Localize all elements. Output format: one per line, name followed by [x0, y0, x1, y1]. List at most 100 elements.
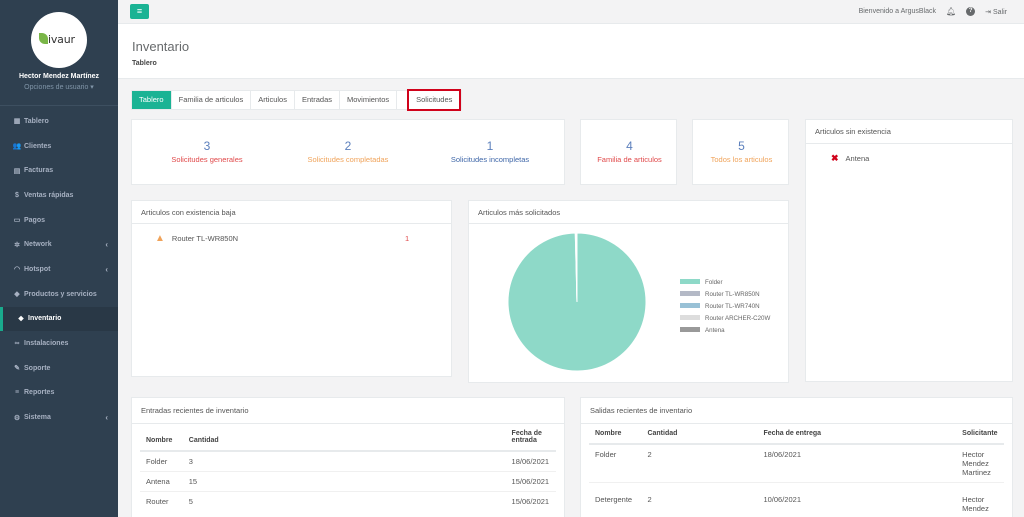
menu-toggle-button[interactable]: ≡	[130, 4, 149, 19]
column-header: Nombre	[140, 424, 183, 452]
company-logo: ivaur	[31, 12, 87, 68]
legend-label: Antena	[705, 327, 725, 334]
stat-solicitudes-generales[interactable]: 3 Solicitudes generales	[152, 139, 262, 164]
tab-entradas[interactable]: Entradas	[294, 91, 341, 109]
table-cell: Folder	[589, 443, 642, 483]
stat-label: Familia de articulos	[597, 155, 662, 164]
table-row: Router 5 15/06/2021	[140, 491, 556, 511]
sidebar-item-hotspot[interactable]: ◠ Hotspot ‹	[0, 257, 118, 282]
sidebar-item-soporte[interactable]: ✎ Soporte	[0, 356, 118, 381]
table-cell: Antena	[140, 471, 183, 492]
sidebar-item-ventas-rápidas[interactable]: $ Ventas rápidas	[0, 183, 118, 208]
table-cell: 5	[182, 491, 506, 511]
tab-solicitudes[interactable]: Solicitudes	[407, 89, 462, 111]
salidas-panel: Salidas recientes de inventario Nombre C…	[580, 397, 1013, 517]
pie-chart: Folder Router TL-WR850N Router TL-WR740N Ro…	[507, 232, 770, 372]
user-name: Hector Mendez Martínez	[18, 73, 100, 80]
tab-articulos[interactable]: Articulos	[251, 91, 295, 109]
help-icon[interactable]: ?	[966, 7, 976, 16]
sidebar-item-clientes[interactable]: 👥 Clientes	[0, 134, 118, 159]
tab-familia-articulos[interactable]: Familia de articulos	[171, 91, 252, 109]
stat-label: Solicitudes incompletas	[450, 155, 530, 164]
panel-title: Entradas recientes de inventario	[132, 398, 564, 424]
stat-label: Solicitudes completadas	[307, 155, 389, 164]
sidebar-item-pagos[interactable]: ▭ Pagos	[0, 208, 118, 233]
sidebar-item-tablero[interactable]: ▦ Tablero	[0, 109, 118, 134]
stat-value: 4	[626, 139, 633, 153]
entradas-panel: Entradas recientes de inventario Nombre …	[131, 397, 565, 517]
welcome-text: Bienvenido a ArgusBlack	[858, 8, 936, 15]
breadcrumb[interactable]: Tablero	[132, 60, 157, 67]
times-icon: ✖	[831, 153, 839, 163]
sidebar-item-instalaciones[interactable]: ∞ Instalaciones	[0, 331, 118, 356]
table-cell: Hector Mendez Martinez	[956, 443, 1004, 483]
table-row: Detergente 2 10/06/2021 Hector Mendez	[589, 482, 1004, 517]
sidebar-nav: ▦ Tablero 👥 Clientes ▤ Facturas $ Ventas rápida…	[0, 105, 118, 430]
table-cell: Detergente	[589, 482, 642, 517]
table-header-row: Nombre Cantidad Fecha de entrega Solicit…	[589, 424, 1004, 445]
sidebar-item-facturas[interactable]: ▤ Facturas	[0, 158, 118, 183]
sidebar-item-label: Productos y servicios	[24, 290, 97, 298]
sidebar-item-productos-y-servicios[interactable]: ◆ Productos y servicios	[0, 282, 118, 307]
legend-label: Router TL-WR850N	[705, 291, 760, 298]
chevron-left-icon: ‹	[105, 240, 108, 250]
todos-articulos-panel: 5 Todos los articulos	[692, 119, 789, 185]
legend-label: Router TL-WR740N	[705, 303, 760, 310]
stat-value: 5	[738, 139, 745, 153]
column-header: Nombre	[589, 424, 642, 445]
legend-swatch	[680, 279, 700, 284]
sidebar-item-label: Sistema	[24, 414, 51, 422]
link-icon: ∞	[14, 340, 20, 348]
stat-label: Solicitudes generales	[171, 155, 243, 164]
wifi-icon: ◠	[13, 266, 21, 274]
table-row: Folder 3 18/06/2021	[140, 450, 556, 472]
stat-value: 2	[344, 139, 352, 153]
stat-solicitudes-incompletas[interactable]: 1 Solicitudes incompletas	[434, 139, 546, 164]
sidebar-item-label: Reportes	[24, 389, 55, 397]
cubes-icon: ❖	[17, 315, 25, 323]
legend-label: Folder	[705, 279, 723, 286]
sidebar-item-label: Network	[24, 241, 52, 249]
table-cell: Hector Mendez	[956, 482, 1004, 517]
sidebar-item-label: Hotspot	[24, 265, 51, 273]
stat-todos-articulos[interactable]: 5 Todos los articulos	[693, 139, 790, 164]
sidebar-item-inventario[interactable]: ❖ Inventario	[0, 306, 118, 332]
list-item: ▲ Router TL-WR850N 1	[132, 224, 451, 244]
stat-label: Todos los articulos	[710, 155, 773, 164]
logout-link[interactable]: ⇥ Salir	[985, 8, 1007, 16]
table-cell: 15	[182, 471, 506, 492]
stat-solicitudes-completadas[interactable]: 2 Solicitudes completadas	[292, 139, 404, 164]
sidebar-item-label: Facturas	[24, 167, 54, 175]
column-header: Fecha de entrega	[757, 424, 957, 445]
legend-swatch	[680, 315, 700, 320]
column-header: Solicitante	[956, 424, 1004, 445]
user-options-dropdown[interactable]: Opciones de usuario ▾	[0, 83, 118, 91]
users-icon: 👥	[12, 143, 22, 151]
dashboard-icon: ▦	[13, 118, 21, 126]
legend-swatch	[680, 291, 700, 296]
column-header: Cantidad	[641, 424, 758, 445]
leaf-icon	[39, 33, 48, 44]
legend-swatch	[680, 303, 700, 308]
logo-text: ivaur	[48, 33, 75, 46]
item-name: Router TL-WR850N	[171, 234, 239, 243]
table-cell: 18/06/2021	[757, 443, 957, 483]
table-cell: 2	[641, 443, 758, 483]
item-name: Antena	[845, 154, 870, 163]
tab-tablero[interactable]: Tablero	[132, 91, 172, 109]
salidas-table: Nombre Cantidad Fecha de entrega Solicit…	[589, 424, 1004, 517]
stat-familia-articulos[interactable]: 4 Familia de articulos	[581, 139, 678, 164]
sidebar-item-sistema[interactable]: ⚙ Sistema ‹	[0, 405, 118, 430]
page-title: Inventario	[132, 39, 190, 54]
bell-icon[interactable]: 🔔︎	[946, 7, 956, 16]
tab-movimientos[interactable]: Movimientos	[340, 91, 398, 109]
table-cell: 3	[182, 450, 506, 472]
sidebar-item-network[interactable]: ✲ Network ‹	[0, 232, 118, 257]
sidebar-item-label: Tablero	[24, 117, 49, 125]
table-cell: 15/06/2021	[505, 491, 556, 511]
warning-icon: ▲	[155, 233, 165, 244]
sidebar-item-reportes[interactable]: ≡ Reportes	[0, 381, 118, 406]
panel-title: Articulos con existencia baja	[132, 201, 451, 224]
table-row: Antena 15 15/06/2021	[140, 471, 556, 492]
sidebar: ivaur Hector Mendez Martínez Opciones de…	[0, 0, 118, 517]
